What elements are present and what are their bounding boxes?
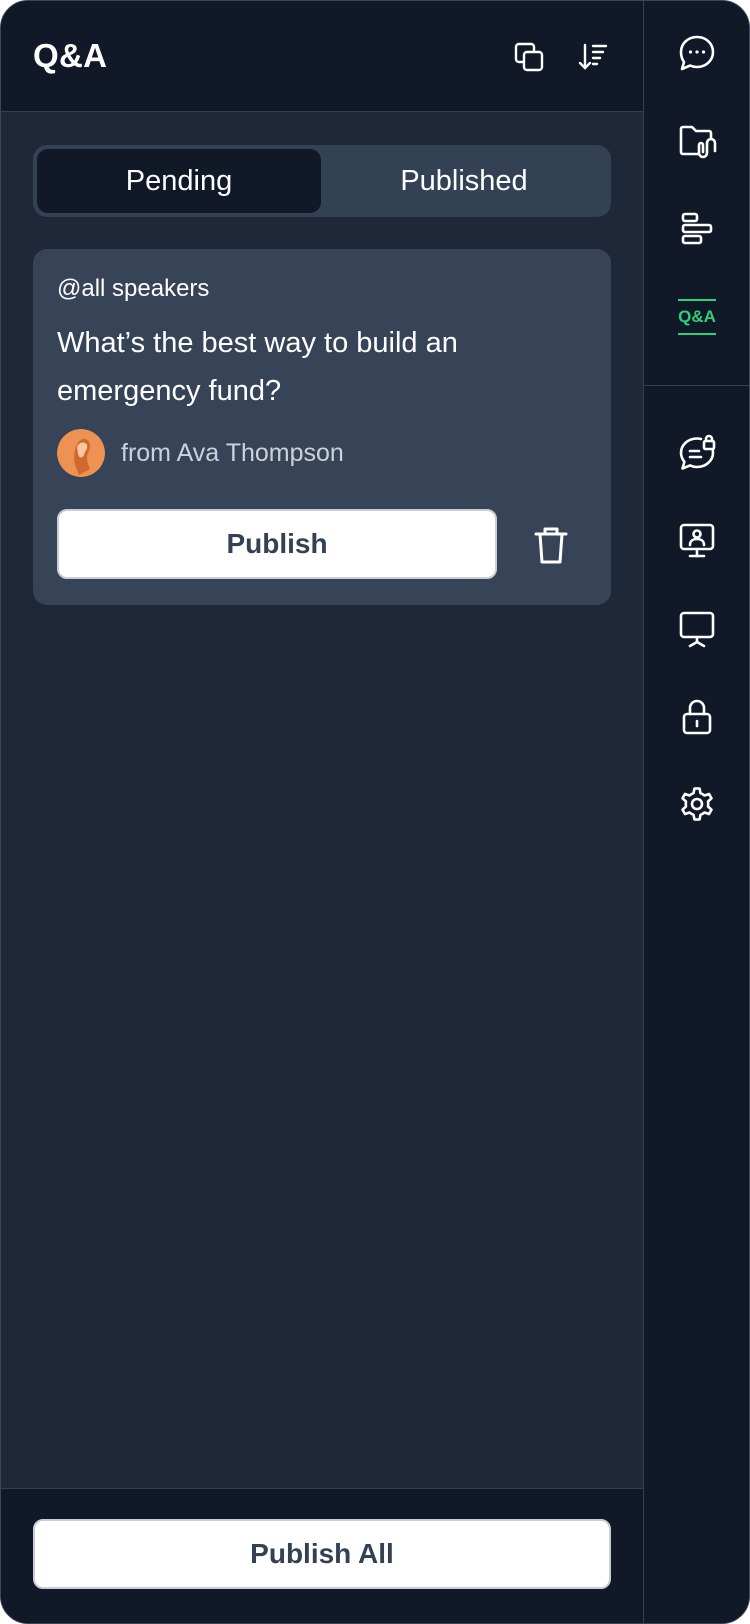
rail-item-speaker-screen[interactable] — [669, 513, 725, 569]
avatar — [57, 429, 105, 477]
presentation-board-icon — [677, 609, 717, 649]
copy-button[interactable] — [511, 39, 547, 75]
copy-icon — [513, 41, 545, 73]
gear-icon — [677, 785, 717, 825]
trash-icon — [533, 525, 569, 565]
delete-button[interactable] — [529, 523, 573, 567]
page-title: Q&A — [33, 37, 108, 74]
rail-item-settings[interactable] — [669, 777, 725, 833]
panel-header: Q&A — [1, 1, 643, 112]
side-rail: Q&A — [643, 1, 749, 1623]
rail-item-files[interactable] — [669, 113, 725, 169]
sort-button[interactable] — [575, 39, 611, 75]
sort-icon — [577, 41, 609, 73]
publish-button[interactable]: Publish — [57, 509, 497, 579]
question-card: @all speakers What’s the best way to bui… — [33, 249, 611, 605]
panel-footer: Publish All — [1, 1488, 643, 1623]
rail-item-lock[interactable] — [669, 689, 725, 745]
tab-pending[interactable]: Pending — [37, 149, 321, 213]
chat-bubble-icon — [677, 33, 717, 73]
app-window: Q&A Pending Published @all speakers What… — [0, 0, 750, 1624]
align-left-bars-icon — [677, 209, 717, 249]
rail-item-chat[interactable] — [669, 25, 725, 81]
lock-icon — [677, 697, 717, 737]
qa-panel: Q&A Pending Published @all speakers What… — [1, 1, 643, 1623]
rail-item-private-chat[interactable] — [669, 425, 725, 481]
rail-item-qa[interactable]: Q&A — [678, 299, 716, 335]
monitor-user-icon — [677, 521, 717, 561]
tab-published[interactable]: Published — [321, 149, 607, 213]
folder-attachment-icon — [677, 121, 717, 161]
publish-all-button[interactable]: Publish All — [33, 1519, 611, 1589]
question-author: from Ava Thompson — [121, 439, 344, 467]
question-text: What’s the best way to build an emergenc… — [57, 327, 458, 407]
qa-tabs: Pending Published — [33, 145, 611, 217]
question-audience: @all speakers — [57, 275, 210, 302]
rail-item-agenda[interactable] — [669, 201, 725, 257]
chat-lock-icon — [677, 433, 717, 473]
rail-divider — [644, 385, 749, 386]
rail-item-presentation[interactable] — [669, 601, 725, 657]
